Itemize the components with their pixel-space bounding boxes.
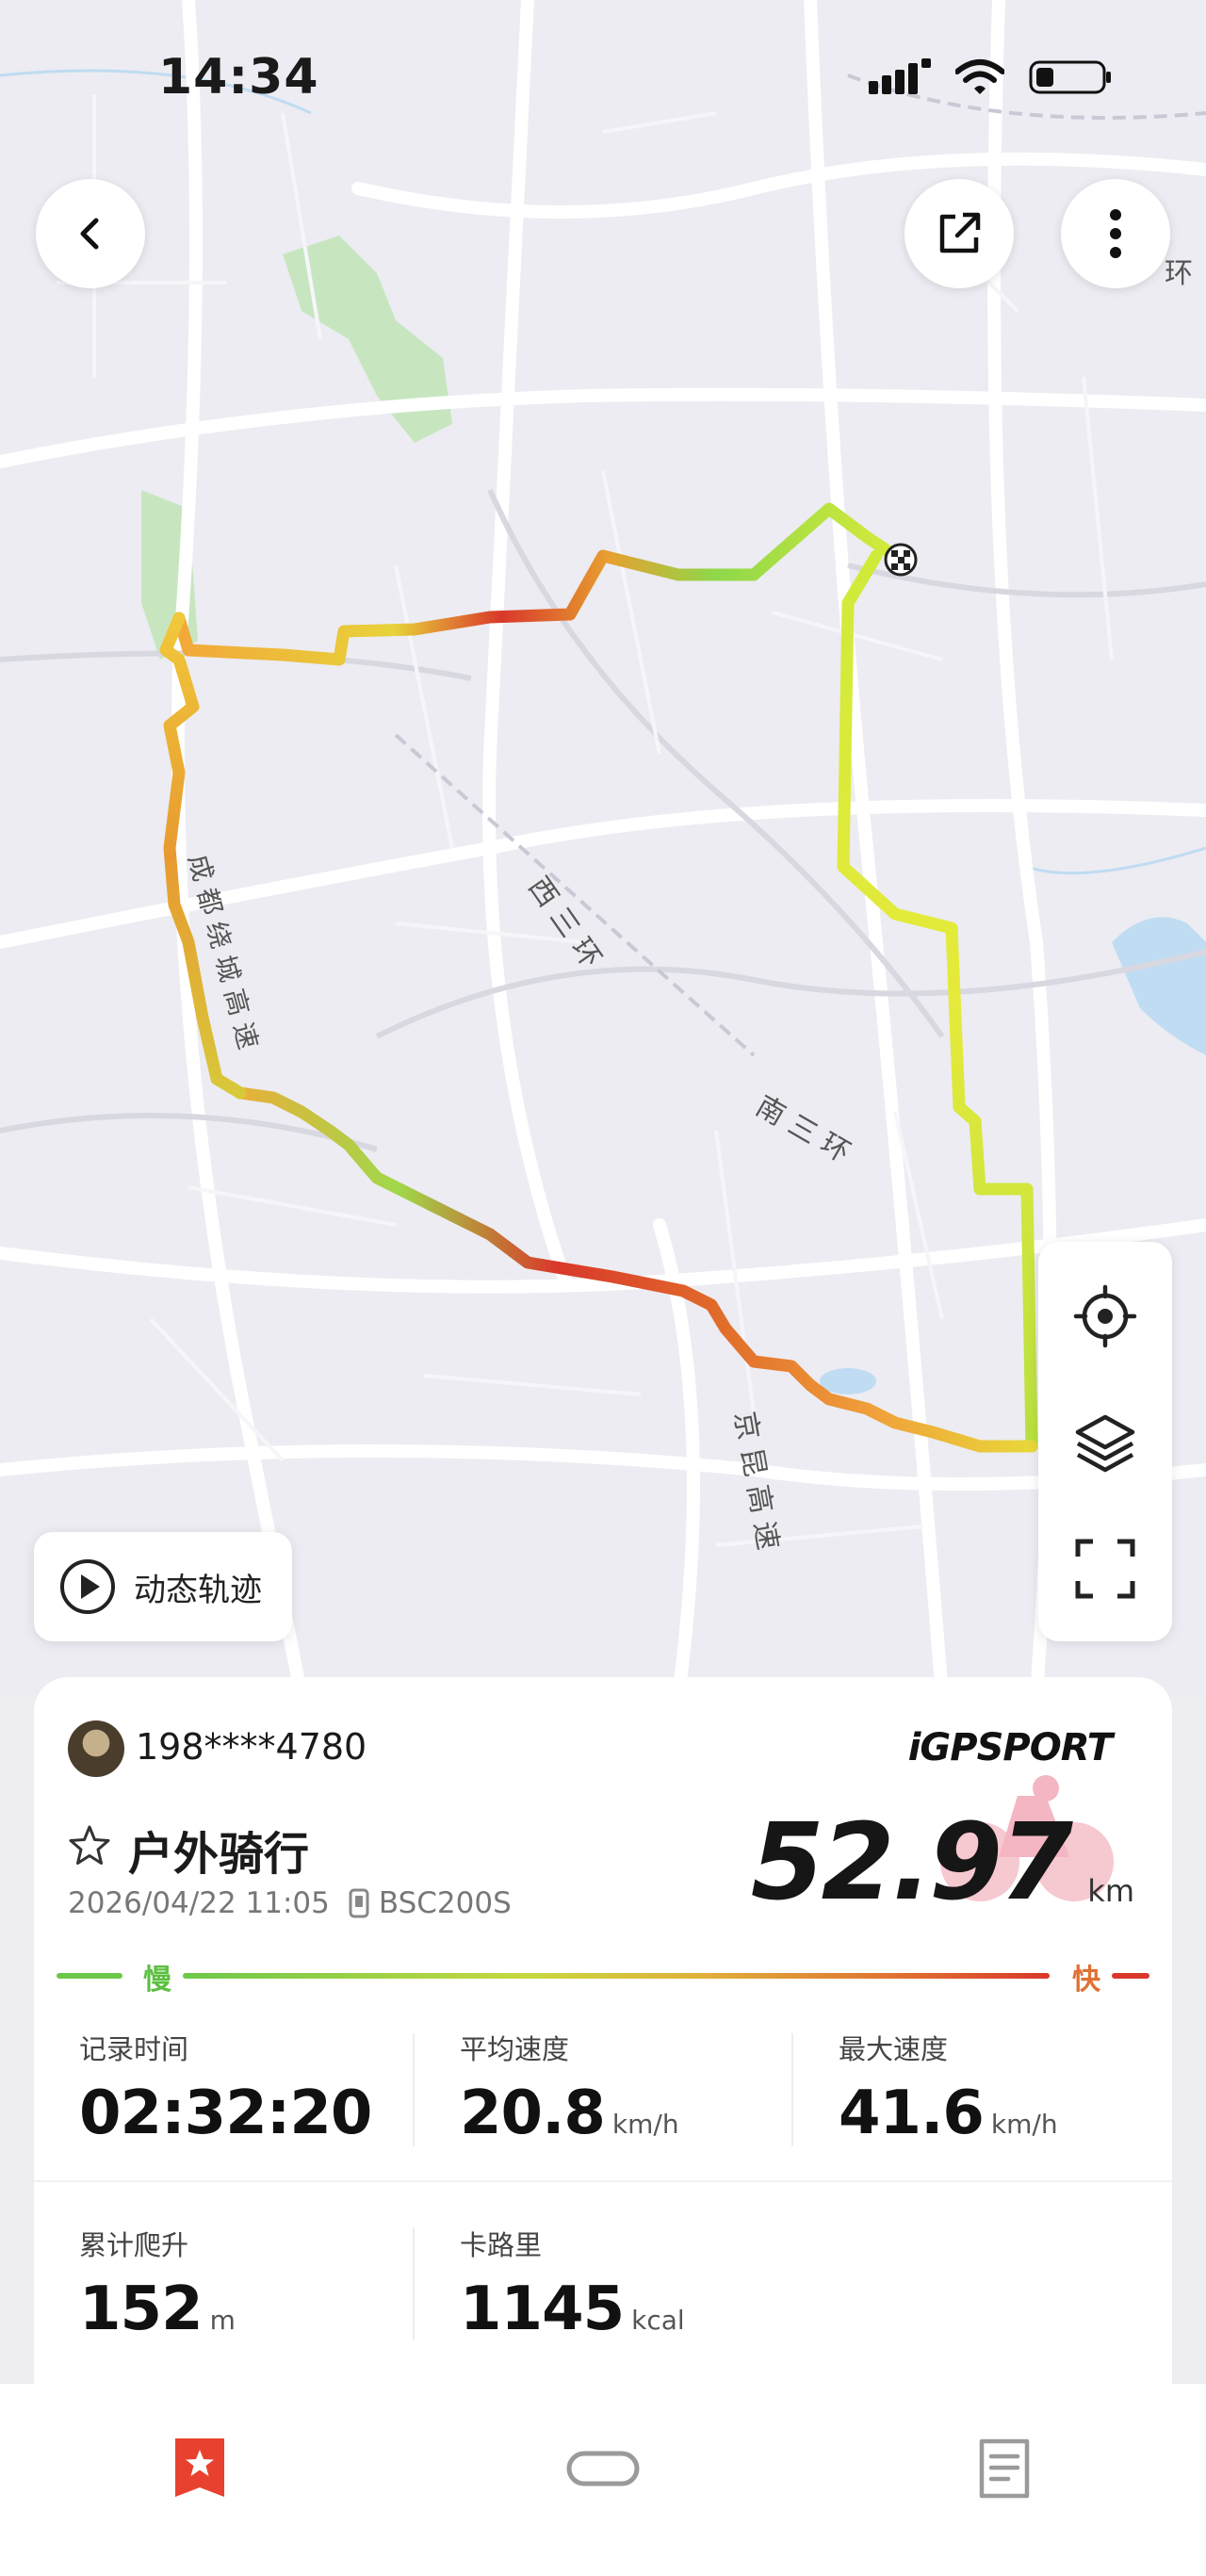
wifi-icon bbox=[955, 59, 1004, 94]
nav-record-tab[interactable] bbox=[948, 2421, 1061, 2516]
map-layers-button[interactable] bbox=[1038, 1381, 1172, 1504]
map-controls bbox=[1038, 1242, 1172, 1641]
finish-flag-icon bbox=[884, 543, 918, 577]
more-vertical-icon bbox=[1110, 209, 1121, 258]
avatar[interactable] bbox=[68, 1720, 124, 1777]
brand-logo: iGPSPORT bbox=[907, 1726, 1113, 1769]
layers-icon bbox=[1075, 1414, 1135, 1473]
activity-summary-card: 198****4780 iGPSPORT 户外骑行 2026/04/22 11:… bbox=[34, 1677, 1172, 2393]
stat-avg-speed: 平均速度 20.8 km/h bbox=[460, 2028, 679, 2148]
dynamic-track-button[interactable]: 动态轨迹 bbox=[34, 1532, 292, 1641]
stat-value: 152 bbox=[79, 2274, 204, 2344]
stat-value: 20.8 bbox=[460, 2079, 606, 2148]
stat-calories: 卡路里 1145 kcal bbox=[460, 2224, 685, 2344]
stat-value: 1145 bbox=[460, 2274, 625, 2344]
stat-label: 平均速度 bbox=[460, 2033, 570, 2065]
username: 198****4780 bbox=[136, 1726, 367, 1768]
legend-fast-label: 快 bbox=[1072, 1964, 1100, 1997]
share-icon bbox=[939, 212, 981, 253]
device-icon bbox=[349, 1888, 369, 1918]
fullscreen-button[interactable] bbox=[1038, 1508, 1172, 1630]
activity-datetime: 2026/04/22 11:05 bbox=[68, 1886, 330, 1920]
activity-type: 户外骑行 bbox=[128, 1828, 310, 1881]
device-name: BSC200S bbox=[378, 1886, 512, 1920]
chevron-left-icon bbox=[80, 218, 99, 250]
share-button[interactable] bbox=[904, 179, 1014, 288]
stat-value: 02:32:20 bbox=[79, 2079, 372, 2148]
more-button[interactable] bbox=[1061, 179, 1170, 288]
status-icons bbox=[869, 58, 1112, 96]
signal-icon bbox=[869, 58, 931, 94]
road-label-ring: 环 bbox=[1165, 257, 1193, 290]
record-tab-icon bbox=[979, 2438, 1030, 2499]
stat-max-speed: 最大速度 41.6 km/h bbox=[839, 2028, 1058, 2148]
battery-icon bbox=[1029, 60, 1111, 94]
stat-unit: kcal bbox=[631, 2305, 685, 2336]
stat-label: 累计爬升 bbox=[79, 2229, 189, 2261]
stat-elevation-gain: 累计爬升 152 m bbox=[79, 2224, 236, 2344]
distance-value: 52.97 bbox=[750, 1802, 1073, 1924]
stat-label: 最大速度 bbox=[839, 2033, 949, 2065]
bottom-navigation bbox=[0, 2384, 1206, 2576]
status-time: 14:34 bbox=[158, 49, 319, 106]
status-bar: 14:34 bbox=[0, 0, 1206, 160]
activity-meta: 2026/04/22 11:05 BSC200S bbox=[68, 1886, 512, 1920]
stat-label: 卡路里 bbox=[460, 2229, 543, 2261]
stat-unit: km/h bbox=[990, 2109, 1058, 2140]
route-map[interactable]: 西 三 环 南 三 环 京 昆 高 速 成 都 绕 城 高 速 环 bbox=[0, 0, 1206, 1696]
fullscreen-icon bbox=[1075, 1539, 1135, 1599]
back-button[interactable] bbox=[36, 179, 145, 288]
device-info: BSC200S bbox=[349, 1886, 512, 1920]
locate-button[interactable] bbox=[1038, 1255, 1172, 1378]
activity-tab-icon bbox=[175, 2438, 224, 2497]
play-circle-icon bbox=[60, 1559, 115, 1614]
nav-activity-tab[interactable] bbox=[143, 2421, 256, 2516]
speed-color-legend: 慢 快 bbox=[57, 1956, 1149, 1997]
dynamic-track-label: 动态轨迹 bbox=[134, 1571, 262, 1609]
stat-duration: 记录时间 02:32:20 bbox=[79, 2028, 372, 2148]
legend-slow-label: 慢 bbox=[143, 1964, 171, 1997]
nav-device-tab[interactable] bbox=[546, 2421, 660, 2516]
stat-unit: km/h bbox=[611, 2109, 679, 2140]
distance-unit: km bbox=[1087, 1873, 1134, 1909]
star-outline-icon[interactable] bbox=[68, 1824, 111, 1867]
locate-icon bbox=[1073, 1284, 1137, 1348]
stat-label: 记录时间 bbox=[79, 2033, 189, 2065]
stat-value: 41.6 bbox=[839, 2079, 985, 2148]
device-tab-icon bbox=[566, 2451, 640, 2486]
stat-unit: m bbox=[209, 2305, 236, 2336]
